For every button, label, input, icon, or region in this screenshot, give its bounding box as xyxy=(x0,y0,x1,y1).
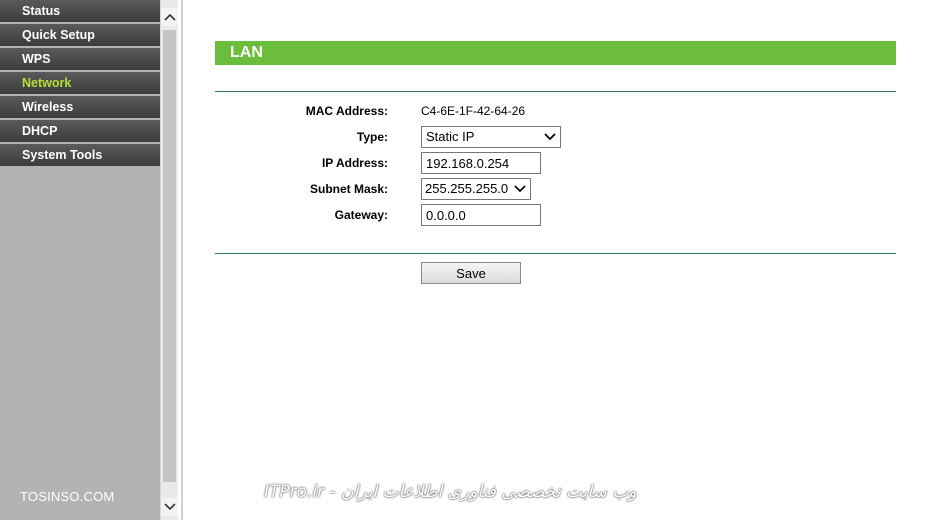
sidebar-item-quick-setup[interactable]: Quick Setup xyxy=(0,24,160,46)
ip-address-label: IP Address: xyxy=(321,156,388,170)
sidebar-item-dhcp[interactable]: DHCP xyxy=(0,120,160,142)
gateway-label: Gateway: xyxy=(334,208,388,222)
page-title: LAN xyxy=(230,44,263,61)
subnet-mask-label: Subnet Mask: xyxy=(309,182,388,196)
sidebar-scrollbar[interactable] xyxy=(160,0,178,520)
scroll-thumb[interactable] xyxy=(163,30,176,482)
subnet-mask-select-value: 255.255.255.0 xyxy=(425,181,509,196)
subnet-mask-select[interactable]: 255.255.255.0 xyxy=(421,178,531,200)
save-button[interactable]: Save xyxy=(421,262,521,284)
type-label: Type: xyxy=(356,130,388,144)
sidebar: Status Quick Setup WPS Network Wireless … xyxy=(0,0,160,520)
chevron-up-icon xyxy=(163,13,176,21)
sidebar-item-wps[interactable]: WPS xyxy=(0,48,160,70)
sidebar-menu: Status Quick Setup WPS Network Wireless … xyxy=(0,0,160,166)
router-admin-window: Status Quick Setup WPS Network Wireless … xyxy=(0,0,928,520)
mac-address-label: MAC Address: xyxy=(305,104,388,118)
chevron-down-icon xyxy=(512,181,528,197)
type-select[interactable]: Static IP xyxy=(421,126,561,148)
sidebar-item-status[interactable]: Status xyxy=(0,0,160,22)
sidebar-item-system-tools[interactable]: System Tools xyxy=(0,144,160,166)
gateway-input[interactable] xyxy=(421,204,541,226)
frame-divider xyxy=(181,0,183,520)
scroll-down-button[interactable] xyxy=(161,498,178,516)
section-divider-top xyxy=(215,91,896,92)
chevron-down-icon xyxy=(542,129,558,145)
scroll-up-button[interactable] xyxy=(161,8,178,26)
footer-watermark: ITPro.ir - وب سایت تخصصی فناوری اطلاعات … xyxy=(264,482,637,502)
type-select-value: Static IP xyxy=(426,129,475,144)
page-title-bar: LAN xyxy=(215,41,896,65)
sidebar-item-wireless[interactable]: Wireless xyxy=(0,96,160,118)
mac-address-value: C4-6E-1F-42-64-26 xyxy=(421,104,526,118)
sidebar-watermark: TOSINSO.COM xyxy=(20,489,115,504)
ip-address-input[interactable] xyxy=(421,152,541,174)
chevron-down-icon xyxy=(163,503,176,511)
section-divider-bottom xyxy=(215,253,896,254)
sidebar-item-network[interactable]: Network xyxy=(0,72,160,94)
